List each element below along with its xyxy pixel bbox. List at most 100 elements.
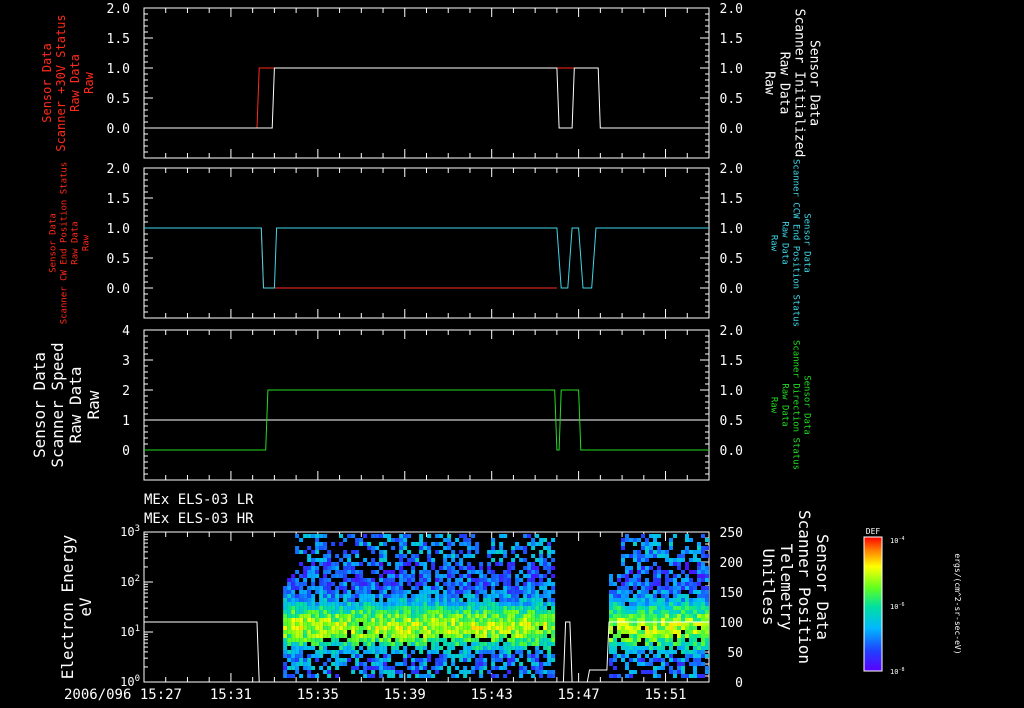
panel-4-spectrogram-cell (641, 590, 645, 594)
panel-4-spectrogram-cell (447, 618, 452, 622)
panel-4-spectrogram-cell (673, 650, 677, 654)
panel-1-right-tick-label: 0.0 (720, 122, 743, 137)
panel-4-spectrogram-cell (543, 610, 548, 614)
panel-4-spectrogram-cell (315, 606, 320, 610)
panel-4-spectrogram-cell (335, 630, 340, 634)
panel-4-spectrogram-cell (467, 606, 472, 610)
panel-4-spectrogram-cell (391, 590, 396, 594)
panel-4-spectrogram-cell (499, 546, 504, 550)
panel-4-spectrogram-cell (657, 590, 661, 594)
panel-4-spectrogram-cell (697, 542, 701, 546)
panel-4-spectrogram-cell (331, 654, 336, 658)
panel-4-spectrogram-cell (323, 626, 328, 630)
panel-4-spectrogram-cell (701, 646, 705, 650)
panel-4-spectrogram-cell (511, 610, 516, 614)
panel-4-spectrogram-cell (527, 638, 532, 642)
panel-4-spectrogram-cell (511, 662, 516, 666)
panel-4-spectrogram-cell (463, 566, 468, 570)
panel-4-spectrogram-cell (693, 614, 697, 618)
panel-4-spectrogram-cell (291, 638, 296, 642)
panel-4-spectrogram-cell (535, 646, 540, 650)
panel-4-spectrogram-cell (475, 666, 480, 670)
panel-4-spectrogram-cell (395, 602, 400, 606)
panel-4-spectrogram-cell (335, 602, 340, 606)
panel-4-spectrogram-cell (387, 594, 392, 598)
panel-4-spectrogram-cell (625, 622, 629, 626)
panel-4-spectrogram-cell (609, 658, 613, 662)
panel-4-spectrogram-cell (463, 538, 468, 542)
panel-4-spectrogram-cell (507, 598, 512, 602)
panel-4-spectrogram-cell (511, 602, 516, 606)
panel-4-spectrogram-cell (621, 554, 625, 558)
panel-4-spectrogram-cell (649, 594, 653, 598)
panel-4-spectrogram-cell (653, 626, 657, 630)
panel-4-spectrogram-cell (661, 554, 665, 558)
panel-4-spectrogram-cell (311, 614, 316, 618)
panel-4-spectrogram-cell (335, 666, 340, 670)
panel-4-spectrogram-cell (451, 614, 456, 618)
panel-4-spectrogram-cell (283, 606, 288, 610)
panel-4-spectrogram-cell (427, 618, 432, 622)
panel-4-spectrogram-cell (503, 634, 508, 638)
panel-4-spectrogram-cell (475, 546, 480, 550)
panel-4-spectrogram-cell (681, 558, 685, 562)
panel-4-spectrogram-cell (487, 554, 492, 558)
panel-4-spectrogram-cell (641, 618, 645, 622)
panel-4-spectrogram-cell (343, 618, 348, 622)
panel-4-spectrogram-cell (479, 614, 484, 618)
panel-4-spectrogram-cell (551, 626, 556, 630)
panel-4-spectrogram-cell (467, 586, 472, 590)
panel-4-spectrogram-cell (681, 670, 685, 674)
panel-4-spectrogram-cell (621, 654, 625, 658)
panel-2-right-axis-label: Scanner CCW End Position Status (791, 159, 801, 327)
panel-4-spectrogram-cell (443, 594, 448, 598)
panel-4-spectrogram-cell (705, 574, 709, 578)
panel-4-spectrogram-cell (283, 662, 288, 666)
panel-4-spectrogram-cell (335, 586, 340, 590)
panel-4-spectrogram-cell (283, 642, 288, 646)
panel-4-spectrogram-cell (423, 606, 428, 610)
panel-4-spectrogram-cell (507, 658, 512, 662)
panel-4-spectrogram-cell (463, 658, 468, 662)
panel-4-spectrogram-cell (379, 662, 384, 666)
panel-4-spectrogram-cell (395, 614, 400, 618)
panel-4-spectrogram-cell (315, 630, 320, 634)
panel-4-spectrogram-cell (705, 638, 709, 642)
panel-4-spectrogram-cell (705, 630, 709, 634)
panel-4-spectrogram-cell (539, 554, 544, 558)
panel-4-spectrogram-cell (351, 630, 356, 634)
panel-4-spectrogram-cell (487, 634, 492, 638)
panel-4-spectrogram-cell (495, 634, 500, 638)
panel-4-spectrogram-cell (327, 642, 332, 646)
panel-4-spectrogram-cell (371, 546, 376, 550)
panel-4-spectrogram-cell (543, 630, 548, 634)
panel-4-spectrogram-cell (637, 590, 641, 594)
panel-4-spectrogram-cell (467, 658, 472, 662)
panel-4-spectrogram-cell (609, 642, 613, 646)
panel-4-spectrogram-cell (471, 622, 476, 626)
panel-4-spectrogram-cell (395, 538, 400, 542)
panel-4-spectrogram-cell (677, 606, 681, 610)
panel-4-spectrogram-cell (291, 622, 296, 626)
panel-4-spectrogram-cell (491, 606, 496, 610)
panel-4-spectrogram-cell (315, 566, 320, 570)
panel-4-spectrogram-cell (399, 546, 404, 550)
panel-4-spectrogram-cell (447, 666, 452, 670)
panel-4-spectrogram-cell (447, 598, 452, 602)
panel-4-spectrogram-cell (319, 626, 324, 630)
panel-4-spectrogram-cell (451, 542, 456, 546)
panel-4-spectrogram-cell (383, 618, 388, 622)
panel-4-spectrogram-cell (547, 670, 552, 674)
panel-4-spectrogram-cell (479, 626, 484, 630)
panel-4-spectrogram-cell (531, 562, 536, 566)
panel-4-spectrogram-cell (697, 598, 701, 602)
panel-4-spectrogram-cell (307, 674, 312, 678)
panel-4-spectrogram-cell (645, 618, 649, 622)
panel-4-spectrogram-cell (693, 602, 697, 606)
panel-4-spectrogram-cell (467, 622, 472, 626)
panel-4-spectrogram-cell (657, 622, 661, 626)
panel-4-spectrogram-cell (443, 590, 448, 594)
panel-4-spectrogram-cell (419, 590, 424, 594)
panel-4-spectrogram-cell (625, 566, 629, 570)
panel-4-spectrogram-cell (391, 582, 396, 586)
